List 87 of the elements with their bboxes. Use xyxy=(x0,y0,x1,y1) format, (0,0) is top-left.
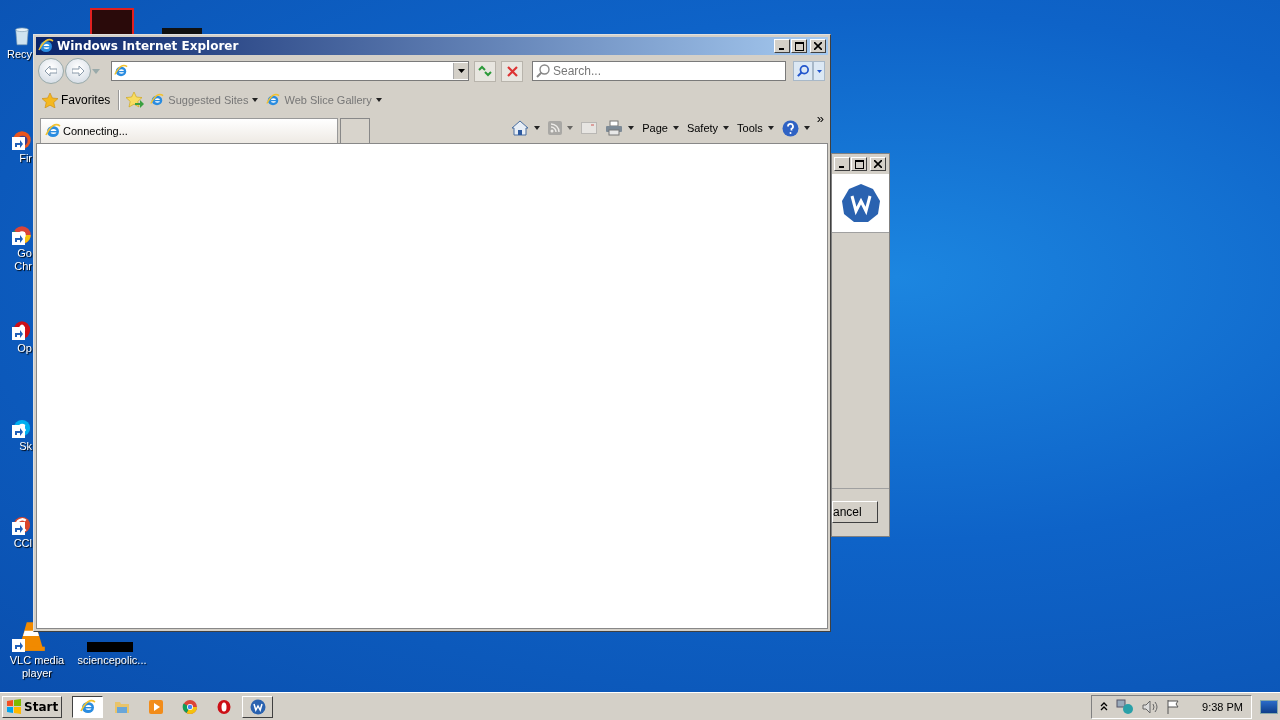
caret-icon xyxy=(767,126,774,130)
caret-icon xyxy=(803,126,810,130)
search-options-button[interactable] xyxy=(813,61,825,81)
minimize-button[interactable] xyxy=(834,157,850,171)
shortcut-arrow-icon xyxy=(12,425,25,438)
caret-icon xyxy=(252,98,259,102)
menu-button[interactable]: Tools xyxy=(734,117,777,139)
search-icon xyxy=(536,64,550,78)
star-icon xyxy=(42,92,58,108)
network-icon[interactable] xyxy=(1116,698,1135,715)
cancel-button[interactable]: ancel xyxy=(832,501,878,523)
play-icon xyxy=(147,698,164,715)
ie-logo-icon xyxy=(266,93,281,107)
caret-icon xyxy=(567,126,574,130)
window-title: Windows Internet Explorer xyxy=(57,39,239,53)
desktop-icon-label[interactable]: Op xyxy=(17,342,33,355)
windows-logo-icon xyxy=(6,699,22,714)
feed-icon xyxy=(548,121,563,135)
close-icon xyxy=(874,160,882,168)
taskbar-button[interactable] xyxy=(72,695,104,718)
shortcut-arrow-icon xyxy=(12,137,25,150)
start-button[interactable]: Start xyxy=(2,695,63,718)
caret-icon xyxy=(816,69,822,73)
refresh-icon xyxy=(478,65,492,77)
minimize-button[interactable] xyxy=(774,39,790,53)
caret-icon xyxy=(672,126,679,130)
address-field[interactable] xyxy=(111,61,469,81)
clock[interactable]: 9:38 PM xyxy=(1202,700,1243,713)
menu-button[interactable]: Page xyxy=(639,117,682,139)
show-desktop-button[interactable] xyxy=(1260,699,1278,714)
w-logo-icon xyxy=(249,698,266,715)
mail-icon xyxy=(581,122,598,134)
back-button[interactable] xyxy=(38,58,64,84)
forward-button[interactable] xyxy=(65,58,91,84)
stop-button[interactable] xyxy=(501,60,523,82)
desktop-icon-label[interactable]: CCl xyxy=(13,537,33,550)
ie-logo-icon xyxy=(114,64,128,78)
browser-tab[interactable]: Connecting... xyxy=(40,118,338,143)
desktop-icon-label[interactable]: Sk xyxy=(19,440,33,453)
chevron-up-icon[interactable] xyxy=(1100,702,1109,711)
caret-icon xyxy=(375,98,382,102)
maximize-icon xyxy=(854,159,864,169)
caret-icon xyxy=(723,126,730,130)
desktop-icon-label[interactable]: Fir xyxy=(19,152,33,165)
home-icon xyxy=(511,120,530,136)
close-button[interactable] xyxy=(870,157,886,171)
refresh-button[interactable] xyxy=(474,60,496,82)
forward-arrow-icon xyxy=(72,66,84,76)
shortcut-arrow-icon xyxy=(12,639,25,652)
favorites-button[interactable]: Favorites xyxy=(40,92,113,108)
back-arrow-icon xyxy=(45,66,57,76)
menu-button[interactable]: Safety xyxy=(683,117,733,139)
help-icon xyxy=(781,119,799,137)
desktop-icon-label[interactable]: Go Chr xyxy=(14,247,33,273)
shortcut-arrow-icon xyxy=(12,232,25,245)
ie-logo-icon xyxy=(150,93,165,107)
shortcut-arrow-icon xyxy=(12,327,25,340)
chrome-icon xyxy=(181,698,198,715)
close-button[interactable] xyxy=(810,39,826,53)
flag-icon[interactable] xyxy=(1166,699,1181,714)
desktop-icon-label[interactable]: VLC media player xyxy=(5,654,65,680)
add-to-favorites-button[interactable] xyxy=(126,92,145,108)
desktop-icon-label[interactable]: sciencepolic... xyxy=(73,654,147,667)
new-tab-button[interactable] xyxy=(340,118,370,143)
opera-icon xyxy=(215,698,232,715)
search-icon xyxy=(797,65,809,77)
ie-logo-icon xyxy=(38,38,54,54)
search-field[interactable]: Search... xyxy=(532,61,786,81)
close-icon xyxy=(814,42,822,50)
stop-icon xyxy=(506,65,518,77)
printer-icon xyxy=(605,120,624,136)
dropdown-button[interactable] xyxy=(453,63,468,79)
star-arrow-icon xyxy=(126,92,145,108)
shortcut-arrow-icon xyxy=(12,522,25,535)
w-logo-icon xyxy=(840,183,881,223)
caret-icon xyxy=(628,126,635,130)
maximize-button[interactable] xyxy=(791,39,807,53)
maximize-icon xyxy=(794,41,804,51)
desktop-icon-label[interactable]: Recy xyxy=(6,48,33,61)
caret-icon xyxy=(534,126,541,130)
ie-logo-icon xyxy=(79,698,96,715)
ie-logo-icon xyxy=(45,123,61,139)
more-button[interactable]: » xyxy=(814,111,826,126)
search-button[interactable] xyxy=(793,61,813,81)
speaker-icon[interactable] xyxy=(1142,699,1159,714)
caret-icon xyxy=(457,69,465,73)
maximize-button[interactable] xyxy=(851,157,867,171)
